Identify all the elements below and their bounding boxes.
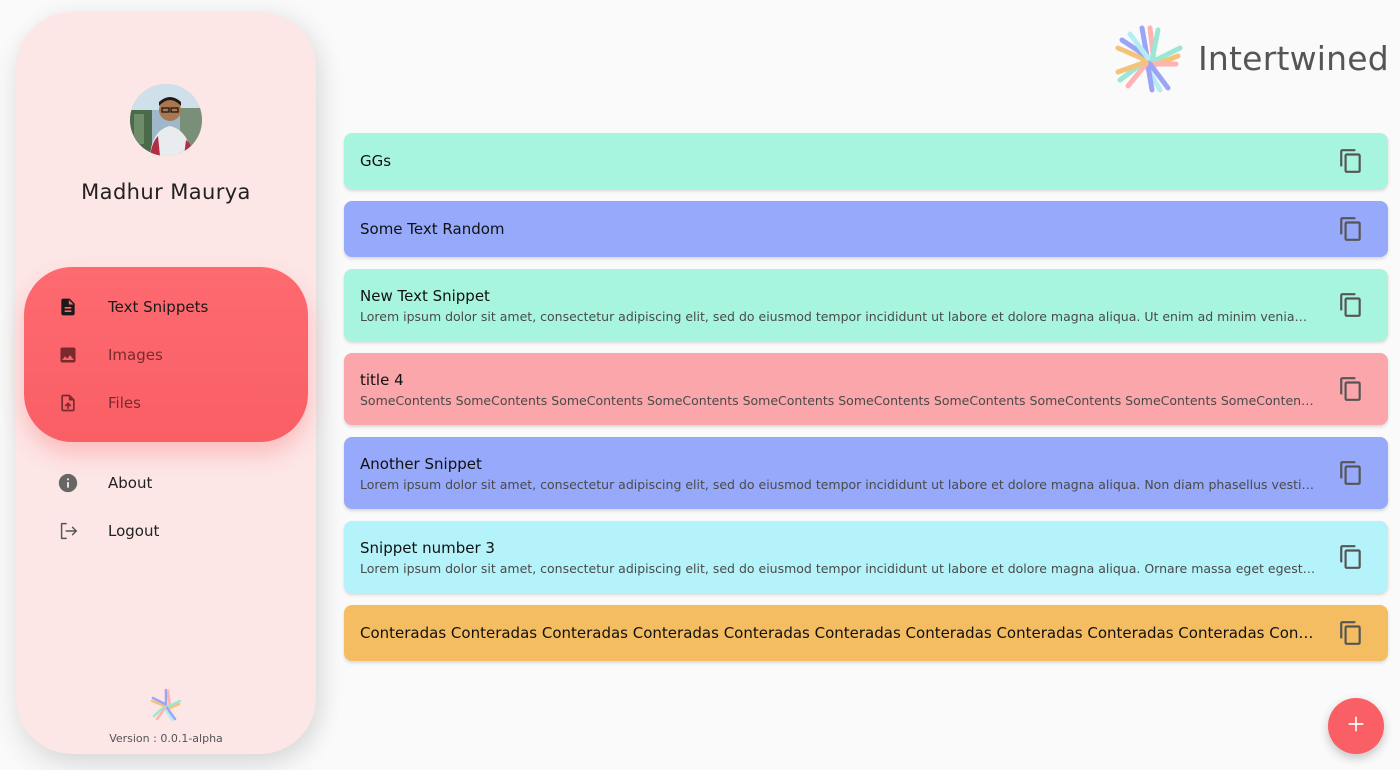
snippet-title: New Text Snippet <box>360 286 490 305</box>
plus-icon <box>1346 714 1366 738</box>
brand: Intertwined <box>1112 22 1389 94</box>
nav-item-label: Logout <box>108 522 160 540</box>
version-label: Version : 0.0.1-alpha <box>109 732 223 745</box>
snippet-title: Another Snippet <box>360 454 482 473</box>
copy-icon[interactable] <box>1338 148 1364 174</box>
snippet-body: Lorem ipsum dolor sit amet, consectetur … <box>360 560 1318 576</box>
snippet-title: title 4 <box>360 370 404 389</box>
nav-item-logout[interactable]: Logout <box>24 507 308 555</box>
snippet-title: Some Text Random <box>360 220 505 238</box>
snippet-title: Conteradas Conteradas Conteradas Contera… <box>360 624 1318 642</box>
app-name: Intertwined <box>1198 38 1389 78</box>
snippet-body: SomeContents SomeContents SomeContents S… <box>360 392 1318 408</box>
snippet-body: Lorem ipsum dolor sit amet, consectetur … <box>360 308 1318 324</box>
app-logo <box>1112 22 1184 94</box>
add-snippet-button[interactable] <box>1328 698 1384 754</box>
snippet-title: Snippet number 3 <box>360 538 495 557</box>
copy-icon[interactable] <box>1338 292 1364 318</box>
nav-item-label: Text Snippets <box>108 298 209 316</box>
nav-item-text-snippets[interactable]: Text Snippets <box>24 283 308 331</box>
snippet-card[interactable]: Some Text Random <box>344 201 1388 257</box>
logout-icon <box>56 519 80 543</box>
copy-icon[interactable] <box>1338 620 1364 646</box>
snippet-title: GGs <box>360 152 392 170</box>
snippet-card[interactable]: Another Snippet Lorem ipsum dolor sit am… <box>344 437 1388 509</box>
copy-icon[interactable] <box>1338 216 1364 242</box>
snippet-card[interactable]: Conteradas Conteradas Conteradas Contera… <box>344 605 1388 661</box>
secondary-nav: About Logout <box>24 459 308 555</box>
user-name: Madhur Maurya <box>81 180 251 204</box>
app-logo-small <box>148 687 184 723</box>
snippet-body: Lorem ipsum dolor sit amet, consectetur … <box>360 476 1318 492</box>
nav-item-label: Images <box>108 346 163 364</box>
sidebar: Madhur Maurya Text Snippets Images Files <box>16 12 316 754</box>
snippet-card[interactable]: title 4 SomeContents SomeContents SomeCo… <box>344 353 1388 425</box>
copy-icon[interactable] <box>1338 544 1364 570</box>
snippet-card[interactable]: New Text Snippet Lorem ipsum dolor sit a… <box>344 269 1388 341</box>
copy-icon[interactable] <box>1338 376 1364 402</box>
avatar[interactable] <box>130 84 202 156</box>
info-icon <box>56 471 80 495</box>
document-icon <box>56 295 80 319</box>
snippet-card[interactable]: Snippet number 3 Lorem ipsum dolor sit a… <box>344 521 1388 593</box>
primary-nav: Text Snippets Images Files <box>24 267 308 442</box>
nav-item-images[interactable]: Images <box>24 331 308 379</box>
nav-item-about[interactable]: About <box>24 459 308 507</box>
copy-icon[interactable] <box>1338 460 1364 486</box>
snippet-list: GGs Some Text Random New Text Snippet Lo… <box>344 133 1388 673</box>
snippet-card[interactable]: GGs <box>344 133 1388 189</box>
file-upload-icon <box>56 391 80 415</box>
nav-item-label: Files <box>108 394 141 412</box>
nav-item-files[interactable]: Files <box>24 379 308 427</box>
image-icon <box>56 343 80 367</box>
nav-item-label: About <box>108 474 153 492</box>
